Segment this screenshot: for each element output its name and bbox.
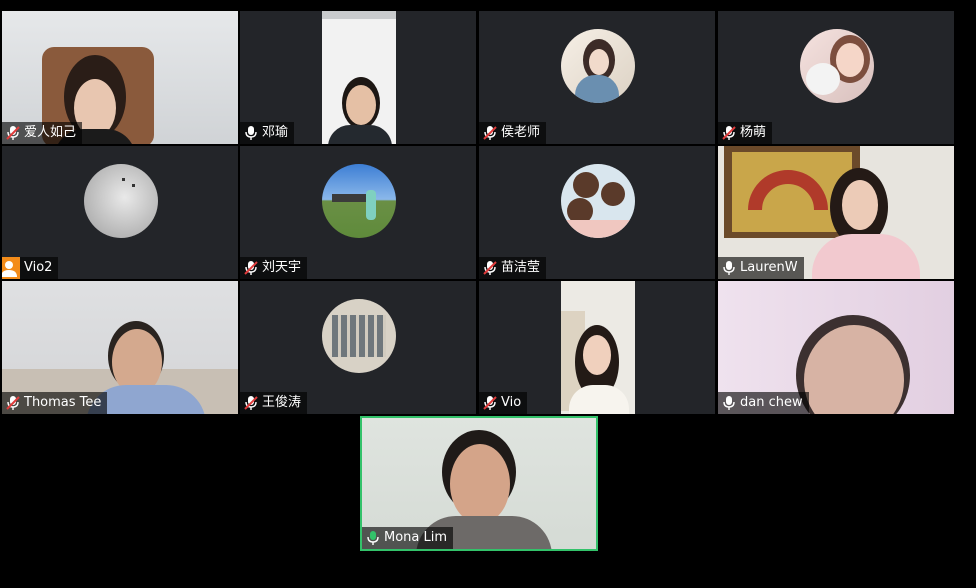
face	[450, 444, 510, 524]
participant-name: Mona Lim	[384, 530, 448, 545]
participant-video	[322, 11, 396, 144]
name-label: 苗洁莹	[479, 257, 547, 279]
video-tile-10[interactable]: 王俊涛	[240, 281, 476, 414]
participant-name: 杨萌	[740, 125, 767, 140]
photo-wall	[332, 315, 386, 357]
face	[346, 85, 376, 125]
mic-muted-icon	[6, 125, 20, 141]
profile-picture	[561, 164, 635, 238]
profile-picture	[800, 29, 874, 103]
person-icon	[2, 257, 20, 279]
video-tile-1[interactable]: 爱人如己	[2, 11, 238, 144]
light-dot	[132, 184, 135, 187]
participant-name: dan chew	[740, 395, 803, 410]
cartoon-head	[573, 172, 599, 198]
mic-muted-icon	[244, 260, 258, 276]
profile-picture	[322, 164, 396, 238]
video-tile-9[interactable]: Thomas Tee	[2, 281, 238, 414]
mic-muted-icon	[6, 395, 20, 411]
participant-video	[561, 281, 635, 414]
name-label: 杨萌	[718, 122, 773, 144]
video-tile-6[interactable]: 刘天宇	[240, 146, 476, 279]
name-label: 侯老师	[479, 122, 547, 144]
mic-muted-icon	[244, 395, 258, 411]
cat	[806, 63, 840, 95]
cartoon-head	[601, 182, 625, 206]
profile-picture	[84, 164, 158, 238]
mic-icon	[244, 125, 258, 141]
name-label: dan chew	[718, 392, 809, 414]
person	[366, 190, 376, 220]
face	[583, 335, 611, 375]
light-dot	[122, 178, 125, 181]
ceiling	[322, 11, 396, 19]
participant-name: 侯老师	[501, 125, 541, 140]
video-tile-3[interactable]: 侯老师	[479, 11, 715, 144]
shirt	[569, 385, 629, 414]
participant-name: LaurenW	[740, 260, 798, 275]
participant-name: 刘天宇	[262, 260, 302, 275]
face	[836, 43, 864, 77]
name-label: 邓瑜	[240, 122, 295, 144]
mic-icon	[722, 260, 736, 276]
video-tile-7[interactable]: 苗洁莹	[479, 146, 715, 279]
name-label: Thomas Tee	[2, 392, 108, 414]
profile-picture	[561, 29, 635, 103]
name-label: 刘天宇	[240, 257, 308, 279]
participant-name: 爱人如己	[24, 125, 77, 140]
shoulders	[328, 125, 392, 144]
name-label: Vio2	[2, 257, 59, 279]
face	[842, 180, 878, 230]
profile-picture	[322, 299, 396, 373]
face	[589, 49, 609, 75]
participant-name: Vio	[501, 395, 522, 410]
video-tile-12[interactable]: dan chew	[718, 281, 954, 414]
name-label: 爱人如己	[2, 122, 83, 144]
video-tile-active-speaker[interactable]: Mona Lim	[360, 416, 598, 551]
mic-muted-icon	[722, 125, 736, 141]
dress	[575, 75, 619, 103]
mic-muted-icon	[483, 395, 497, 411]
participant-name: 苗洁莹	[501, 260, 541, 275]
participant-name: Thomas Tee	[24, 395, 102, 410]
name-label: 王俊涛	[240, 392, 308, 414]
bodies	[561, 220, 635, 238]
mic-active-icon	[366, 530, 380, 546]
name-label: Mona Lim	[362, 527, 454, 549]
participant-name: 邓瑜	[262, 125, 289, 140]
video-tile-8[interactable]: LaurenW	[718, 146, 954, 279]
video-tile-4[interactable]: 杨萌	[718, 11, 954, 144]
name-label: Vio	[479, 392, 528, 414]
video-tile-5[interactable]: Vio2	[2, 146, 238, 279]
video-tile-2[interactable]: 邓瑜	[240, 11, 476, 144]
mic-icon	[722, 395, 736, 411]
mic-muted-icon	[483, 125, 497, 141]
shirt	[812, 234, 920, 279]
participant-name: 王俊涛	[262, 395, 302, 410]
video-tile-11[interactable]: Vio	[479, 281, 715, 414]
participant-name: Vio2	[24, 260, 53, 275]
name-label: LaurenW	[718, 257, 804, 279]
mic-muted-icon	[483, 260, 497, 276]
